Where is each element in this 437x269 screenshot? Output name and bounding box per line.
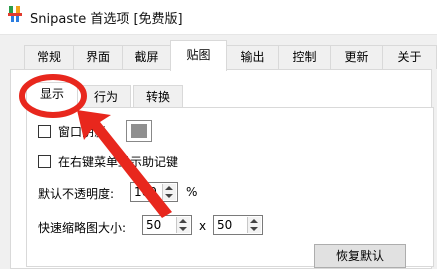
chevron-up-icon[interactable]	[165, 186, 173, 190]
tab-output[interactable]: 输出	[226, 45, 279, 69]
snipaste-logo-icon	[8, 6, 22, 22]
window-title: Snipaste 首选项 [免费版]	[30, 12, 183, 27]
opacity-unit: %	[186, 185, 198, 199]
tab-general[interactable]: 常规	[24, 45, 74, 69]
subtab-behavior[interactable]: 行为	[81, 85, 131, 109]
tab-pin[interactable]: 贴图	[170, 40, 227, 71]
subtab-display[interactable]: 显示	[26, 82, 78, 109]
subtab-convert[interactable]: 转换	[133, 85, 183, 109]
tab-control[interactable]: 控制	[278, 45, 331, 69]
show-mnemonic-checkbox[interactable]	[38, 155, 51, 168]
thumbnail-width-spinbox[interactable]: 50	[142, 215, 192, 235]
default-opacity-label: 默认不透明度:	[38, 187, 115, 201]
window-shadow-checkbox[interactable]	[38, 125, 51, 138]
title-bar: Snipaste 首选项 [免费版]	[0, 0, 437, 35]
shadow-color-fill	[131, 124, 147, 138]
chevron-down-icon[interactable]	[179, 227, 187, 231]
thumbnail-height-spinbox[interactable]: 50	[213, 215, 263, 235]
restore-defaults-button[interactable]: 恢复默认	[314, 244, 406, 268]
window-shadow-label: 窗口阴影	[58, 125, 107, 139]
tab-interface[interactable]: 界面	[73, 45, 123, 69]
tab-capture[interactable]: 截屏	[122, 45, 171, 69]
thumbnail-width-value: 50	[146, 218, 162, 232]
chevron-down-icon[interactable]	[250, 227, 258, 231]
thumbnail-height-value: 50	[217, 218, 233, 232]
chevron-up-icon[interactable]	[250, 219, 258, 223]
tab-about[interactable]: 关于	[382, 45, 437, 69]
thumbnail-size-label: 快速缩略图大小:	[38, 221, 127, 235]
default-opacity-value: 100	[134, 185, 157, 199]
thumbnail-separator: x	[199, 219, 207, 233]
chevron-up-icon[interactable]	[179, 219, 187, 223]
thumbnail-height-stepper[interactable]	[247, 217, 261, 233]
main-tab-bar: 常规 界面 截屏 贴图 输出 控制 更新 关于	[0, 36, 437, 71]
show-mnemonic-label: 在右键菜单显示助记键	[58, 155, 179, 169]
default-opacity-spinbox[interactable]: 100	[130, 182, 178, 202]
default-opacity-stepper[interactable]	[162, 184, 176, 200]
shadow-color-button[interactable]	[126, 120, 152, 142]
chevron-down-icon[interactable]	[165, 194, 173, 198]
thumbnail-width-stepper[interactable]	[176, 217, 190, 233]
tab-update[interactable]: 更新	[330, 45, 383, 69]
